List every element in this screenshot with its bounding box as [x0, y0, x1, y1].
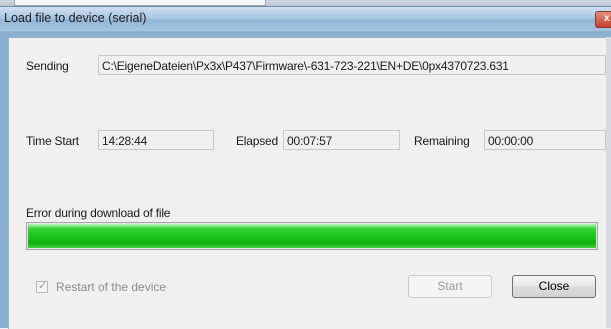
elapsed-field: 00:07:57 — [283, 130, 400, 150]
progress-fill — [28, 224, 596, 248]
time-start-field: 14:28:44 — [98, 130, 214, 150]
remaining-label: Remaining — [414, 134, 470, 148]
time-start-label: Time Start — [26, 134, 79, 148]
elapsed-label: Elapsed — [236, 134, 278, 148]
window-right-border — [606, 37, 611, 328]
window-title: Load file to device (serial) — [4, 11, 147, 25]
sending-path-field: C:\EigeneDateien\Px3x\P437\Firmware\-631… — [98, 55, 606, 75]
restart-checkbox[interactable]: ✓ — [36, 280, 48, 293]
restart-label: Restart of the device — [56, 280, 167, 294]
start-button[interactable]: Start — [408, 275, 492, 298]
title-bar[interactable]: Load file to device (serial) x — [0, 7, 611, 31]
window-close-icon[interactable]: x — [595, 11, 611, 28]
status-message: Error during download of file — [26, 206, 171, 220]
download-progress-bar — [26, 222, 598, 250]
close-button[interactable]: Close — [512, 275, 596, 298]
checkmark-icon: ✓ — [38, 280, 48, 292]
remaining-field: 00:00:00 — [484, 130, 606, 150]
sending-label: Sending — [26, 59, 69, 73]
